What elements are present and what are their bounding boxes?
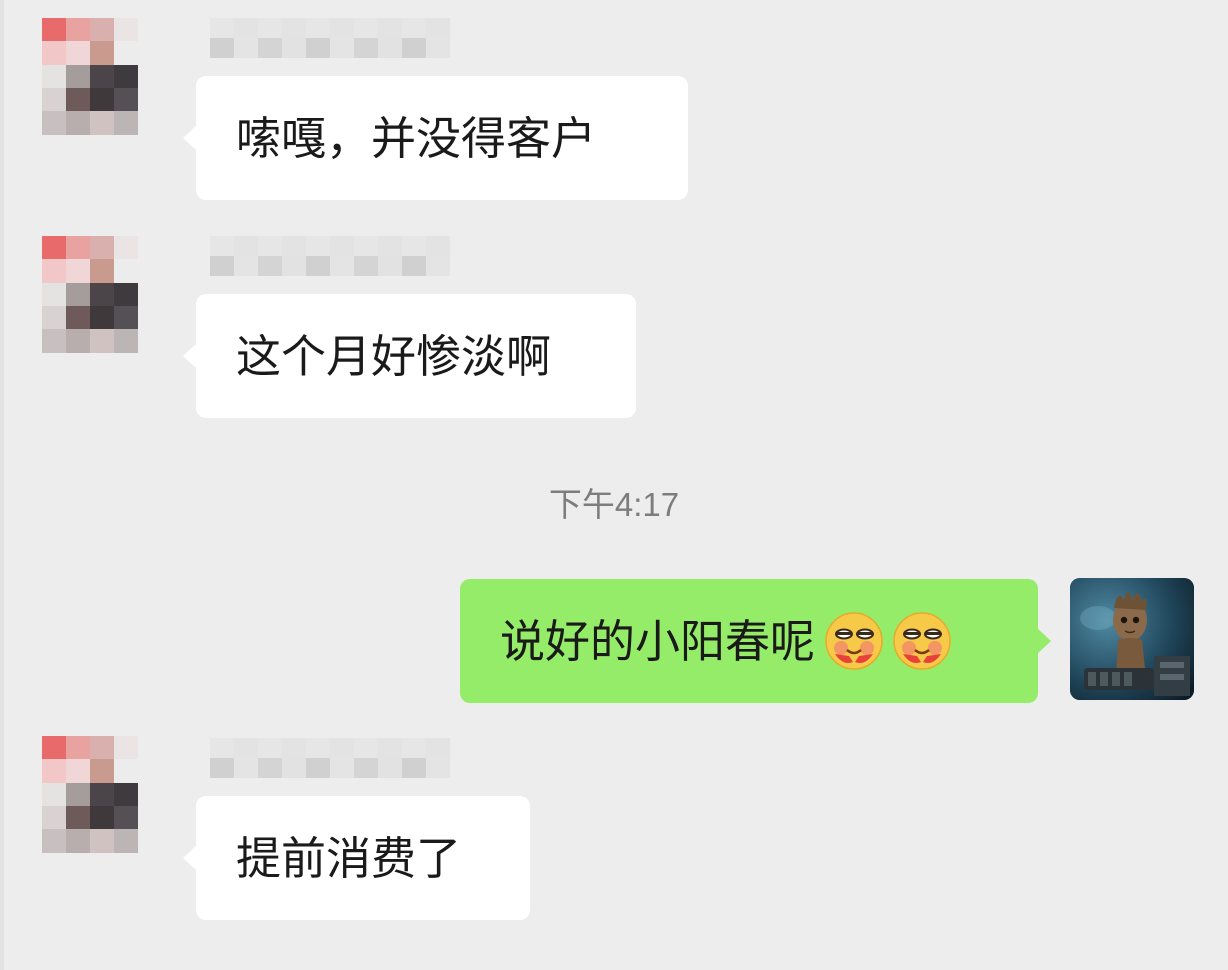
message-text: 嗦嘎，并没得客户 [236, 111, 597, 165]
chat-window: 嗦嘎，并没得客户 这个月好惨淡啊 下午4:17 说好的小阳春呢 提前消费了 [0, 0, 1228, 970]
self-avatar[interactable] [1070, 578, 1194, 700]
message-text: 这个月好惨淡啊 [236, 329, 552, 383]
smirk-blush-emoji-icon [823, 610, 885, 672]
message-text: 提前消费了 [236, 831, 462, 885]
contact-avatar-pixelated[interactable] [42, 736, 162, 876]
contact-name-pixelated [210, 236, 450, 284]
message-bubble-incoming[interactable]: 这个月好惨淡啊 [183, 294, 636, 418]
message-bubble-incoming[interactable]: 嗦嘎，并没得客户 [183, 76, 688, 200]
contact-avatar-pixelated[interactable] [42, 18, 162, 158]
contact-name-pixelated [210, 738, 450, 786]
message-text: 说好的小阳春呢 [500, 614, 816, 668]
smirk-blush-emoji-icon [891, 610, 953, 672]
contact-avatar-pixelated[interactable] [42, 236, 162, 376]
contact-name-pixelated [210, 18, 450, 66]
message-timestamp: 下午4:17 [548, 486, 680, 523]
message-bubble-outgoing[interactable]: 说好的小阳春呢 [460, 579, 1051, 703]
message-bubble-incoming[interactable]: 提前消费了 [183, 796, 530, 920]
